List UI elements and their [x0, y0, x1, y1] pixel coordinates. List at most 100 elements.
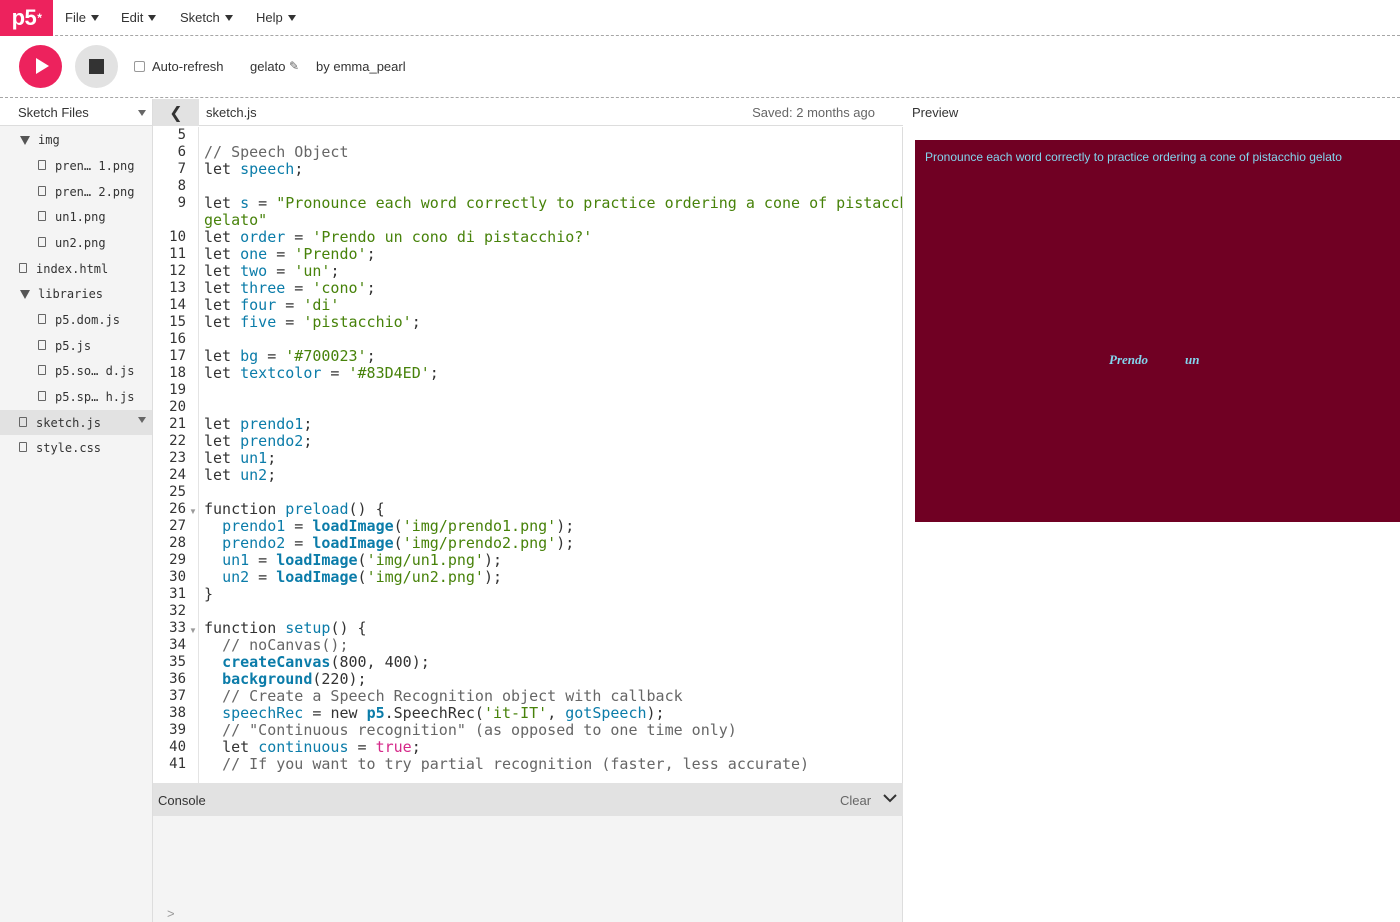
pencil-icon[interactable]: ✎: [289, 59, 299, 73]
sidebar-title: Sketch Files: [18, 105, 89, 120]
clear-console-button[interactable]: Clear: [840, 793, 871, 808]
file-prendo1[interactable]: pren… 1.png: [38, 155, 134, 177]
preview-canvas[interactable]: Pronounce each word correctly to practic…: [915, 140, 1400, 522]
fold-arrow-icon[interactable]: ▼: [189, 626, 197, 635]
console-prompt-icon[interactable]: >: [167, 906, 175, 921]
tree-item-label: un2.png: [55, 236, 106, 250]
code-line: }: [204, 585, 214, 603]
code-line: function setup() {: [204, 619, 367, 637]
file-options-chevron-icon[interactable]: [138, 417, 146, 423]
console-output[interactable]: >: [153, 816, 903, 922]
file-p5[interactable]: p5.js: [38, 335, 91, 357]
file-p5-speech[interactable]: p5.sp… h.js: [38, 386, 134, 408]
code-line: speechRec = new p5.SpeechRec('it-IT', go…: [222, 704, 665, 722]
auto-refresh-checkbox[interactable]: [134, 61, 145, 72]
chevron-down-icon: [287, 14, 296, 21]
code-editor[interactable]: 5 6 7 8 9 10 11 12 13 14 15 16 17 18 19 …: [153, 127, 903, 783]
menu-edit-label: Edit: [121, 10, 144, 25]
code-line: // If you want to try partial recognitio…: [222, 755, 810, 773]
code-line: un2 = loadImage('img/un2.png');: [222, 568, 503, 586]
stop-button[interactable]: [75, 45, 118, 88]
code-line: let two = 'un';: [204, 262, 340, 280]
line-number: 39: [169, 722, 186, 738]
preview-word-un: un: [1185, 352, 1200, 367]
collapse-sidebar-button[interactable]: ❮: [153, 99, 199, 126]
file-sketch-js[interactable]: sketch.js: [19, 412, 101, 434]
top-nav: p5 * File Edit Sketch Help: [0, 0, 1400, 36]
file-style-css[interactable]: style.css: [19, 437, 101, 459]
p5-logo[interactable]: p5 *: [0, 0, 53, 36]
sketch-name[interactable]: gelato: [250, 59, 285, 74]
chevron-down-icon[interactable]: [883, 790, 897, 806]
file-p5-sound[interactable]: p5.so… d.js: [38, 360, 134, 382]
tree-item-label: p5.sp… h.js: [55, 390, 135, 404]
file-icon: [38, 365, 46, 375]
line-number: 29: [169, 552, 186, 568]
tree-item-label: p5.js: [55, 339, 92, 353]
tree-item-label: index.html: [36, 262, 109, 276]
line-number: 22: [169, 433, 186, 449]
folder-libraries[interactable]: libraries: [20, 283, 103, 305]
line-number: 6: [177, 144, 186, 160]
line-number: 9: [177, 195, 186, 211]
code-line: function preload() {: [204, 500, 385, 518]
play-button[interactable]: [19, 45, 62, 88]
fold-arrow-icon[interactable]: ▼: [189, 507, 197, 516]
line-number-gutter: 5 6 7 8 9 10 11 12 13 14 15 16 17 18 19 …: [153, 127, 199, 783]
menu-sketch[interactable]: Sketch: [180, 10, 233, 25]
line-number: 14: [169, 297, 186, 313]
line-number: 31: [169, 586, 186, 602]
line-number: 20: [169, 399, 186, 415]
line-number: 33: [169, 620, 186, 636]
auto-refresh-label[interactable]: Auto-refresh: [152, 59, 224, 74]
play-icon: [36, 58, 49, 74]
file-index-html[interactable]: index.html: [19, 258, 108, 280]
line-number: 15: [169, 314, 186, 330]
folder-open-icon: [20, 135, 30, 145]
code-line: let speech;: [204, 160, 304, 178]
menu-help[interactable]: Help: [256, 10, 296, 25]
tree-item-label: style.css: [36, 441, 102, 455]
line-number: 21: [169, 416, 186, 432]
line-number: 25: [169, 484, 186, 500]
tree-item-label: p5.so… d.js: [55, 364, 135, 378]
preview-title: Preview: [912, 105, 959, 120]
code-line: // Create a Speech Recognition object wi…: [222, 687, 683, 705]
file-icon: [38, 160, 46, 170]
folder-img[interactable]: img: [20, 129, 60, 151]
file-icon: [38, 237, 46, 247]
menu-file[interactable]: File: [65, 10, 99, 25]
file-prendo2[interactable]: pren… 2.png: [38, 181, 134, 203]
chevron-down-icon: [90, 14, 99, 21]
file-p5-dom[interactable]: p5.dom.js: [38, 309, 120, 331]
line-number: 19: [169, 382, 186, 398]
file-un2[interactable]: un2.png: [38, 232, 106, 254]
line-number: 32: [169, 603, 186, 619]
code-line: createCanvas(800, 400);: [222, 653, 430, 671]
code-line: // noCanvas();: [222, 636, 349, 654]
code-line: let s = "Pronounce each word correctly t…: [204, 194, 903, 212]
line-number: 13: [169, 280, 186, 296]
code-line: prendo1 = loadImage('img/prendo1.png');: [222, 517, 575, 535]
line-number: 8: [177, 178, 186, 194]
line-number: 40: [169, 739, 186, 755]
line-number: 17: [169, 348, 186, 364]
code-line: // Speech Object: [204, 143, 349, 161]
line-number: 18: [169, 365, 186, 381]
menu-help-label: Help: [256, 10, 283, 25]
sidebar-header: Sketch Files: [0, 99, 152, 126]
menu-sketch-label: Sketch: [180, 10, 220, 25]
line-number: 36: [169, 671, 186, 687]
line-number: 5: [177, 127, 186, 143]
menu-edit[interactable]: Edit: [121, 10, 157, 25]
code-line: let bg = '#700023';: [204, 347, 376, 365]
chevron-down-icon: [148, 14, 157, 21]
code-line: let prendo1;: [204, 415, 313, 433]
code-line: un1 = loadImage('img/un1.png');: [222, 551, 503, 569]
tree-item-label: pren… 2.png: [55, 185, 135, 199]
line-number: 38: [169, 705, 186, 721]
file-un1[interactable]: un1.png: [38, 206, 106, 228]
chevron-down-icon[interactable]: [138, 110, 146, 116]
author-link[interactable]: by emma_pearl: [316, 59, 406, 74]
line-number: 7: [177, 161, 186, 177]
